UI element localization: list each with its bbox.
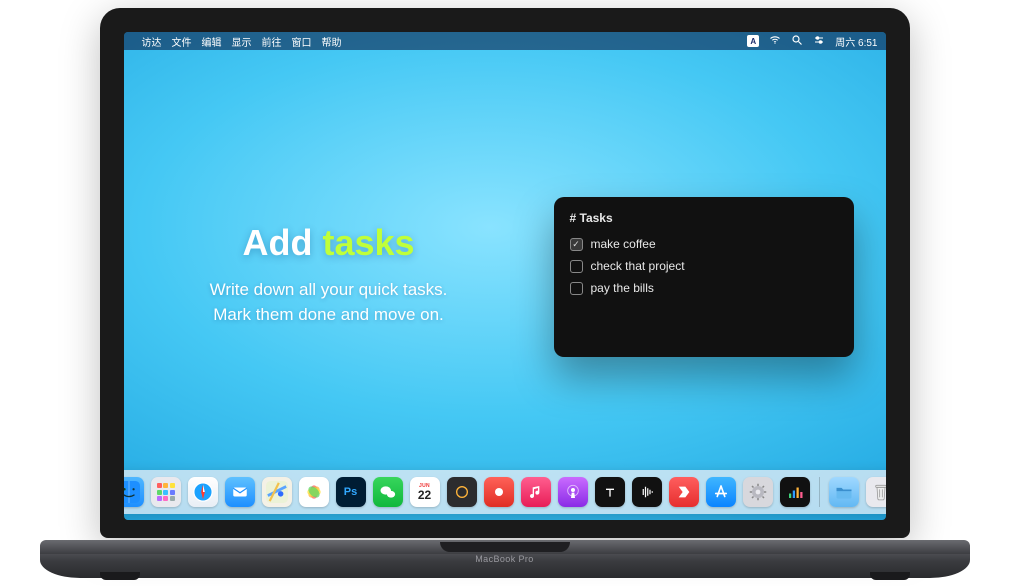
calendar-day: 22 — [418, 489, 431, 501]
task-label: pay the bills — [591, 281, 654, 295]
task-row[interactable]: pay the bills — [570, 277, 838, 299]
menu-edit[interactable]: 编辑 — [202, 34, 222, 49]
dock-app-dark-icon[interactable] — [447, 477, 477, 507]
screen-bezel: 访达 文件 编辑 显示 前往 窗口 帮助 A — [100, 8, 910, 538]
menu-clock[interactable]: 周六 6:51 — [835, 34, 877, 49]
promo-title: Add tasks — [164, 222, 494, 264]
tasks-window-title: # Tasks — [570, 211, 838, 225]
dock-downloads-folder-icon[interactable] — [829, 477, 859, 507]
input-source-icon[interactable]: A — [747, 35, 759, 47]
task-label: check that project — [591, 259, 685, 273]
dock-stocks-icon[interactable] — [780, 477, 810, 507]
tasks-window[interactable]: # Tasks ✓ make coffee check that project… — [554, 197, 854, 357]
promo-title-word-1: Add — [242, 222, 322, 263]
promo-line-1: Write down all your quick tasks. — [210, 280, 448, 299]
menu-bar: 访达 文件 编辑 显示 前往 窗口 帮助 A — [124, 32, 886, 50]
dock-maps-icon[interactable] — [262, 477, 292, 507]
dock-photoshop-icon[interactable]: Ps — [336, 477, 366, 507]
menu-window[interactable]: 窗口 — [292, 34, 312, 49]
task-row[interactable]: check that project — [570, 255, 838, 277]
dock-podcasts-icon[interactable] — [558, 477, 588, 507]
task-row[interactable]: ✓ make coffee — [570, 233, 838, 255]
dock-trash-icon[interactable] — [866, 477, 886, 507]
dock-calendar-icon[interactable]: JUN 22 — [410, 477, 440, 507]
promo-block: Add tasks Write down all your quick task… — [164, 222, 494, 327]
laptop-frame: 访达 文件 编辑 显示 前往 窗口 帮助 A — [40, 8, 970, 578]
control-center-icon[interactable] — [813, 34, 825, 49]
dock-app-red-icon[interactable] — [484, 477, 514, 507]
dock-voice-memos-icon[interactable] — [632, 477, 662, 507]
dock-finder-icon[interactable] — [124, 477, 144, 507]
checkbox-icon[interactable] — [570, 260, 583, 273]
dock-separator — [819, 477, 820, 507]
checkbox-icon[interactable]: ✓ — [570, 238, 583, 251]
trackpad-notch — [440, 542, 570, 552]
laptop-base: MacBook Pro — [40, 550, 970, 578]
dock-news-icon[interactable] — [669, 477, 699, 507]
promo-line-2: Mark them done and move on. — [213, 305, 444, 324]
task-label: make coffee — [591, 237, 656, 251]
dock-mail-icon[interactable] — [225, 477, 255, 507]
dock-settings-icon[interactable] — [743, 477, 773, 507]
dock-appstore-icon[interactable] — [706, 477, 736, 507]
menu-help[interactable]: 帮助 — [322, 34, 342, 49]
menu-go[interactable]: 前往 — [262, 34, 282, 49]
menu-file[interactable]: 文件 — [172, 34, 192, 49]
dock-photos-icon[interactable] — [299, 477, 329, 507]
dock-music-icon[interactable] — [521, 477, 551, 507]
dock-safari-icon[interactable] — [188, 477, 218, 507]
laptop-model-label: MacBook Pro — [475, 554, 533, 564]
menu-view[interactable]: 显示 — [232, 34, 252, 49]
dock: Ps JUN 22 — [124, 470, 886, 514]
wifi-icon[interactable] — [769, 34, 781, 49]
laptop-foot — [870, 572, 910, 580]
spotlight-icon[interactable] — [791, 34, 803, 49]
promo-subtitle: Write down all your quick tasks. Mark th… — [164, 278, 494, 327]
laptop-foot — [100, 572, 140, 580]
dock-wechat-icon[interactable] — [373, 477, 403, 507]
desktop-screen: 访达 文件 编辑 显示 前往 窗口 帮助 A — [124, 32, 886, 520]
checkbox-icon[interactable] — [570, 282, 583, 295]
dock-launchpad-icon[interactable] — [151, 477, 181, 507]
dock-tv-icon[interactable] — [595, 477, 625, 507]
promo-title-word-2: tasks — [322, 222, 414, 263]
menu-app-name[interactable]: 访达 — [142, 34, 162, 49]
